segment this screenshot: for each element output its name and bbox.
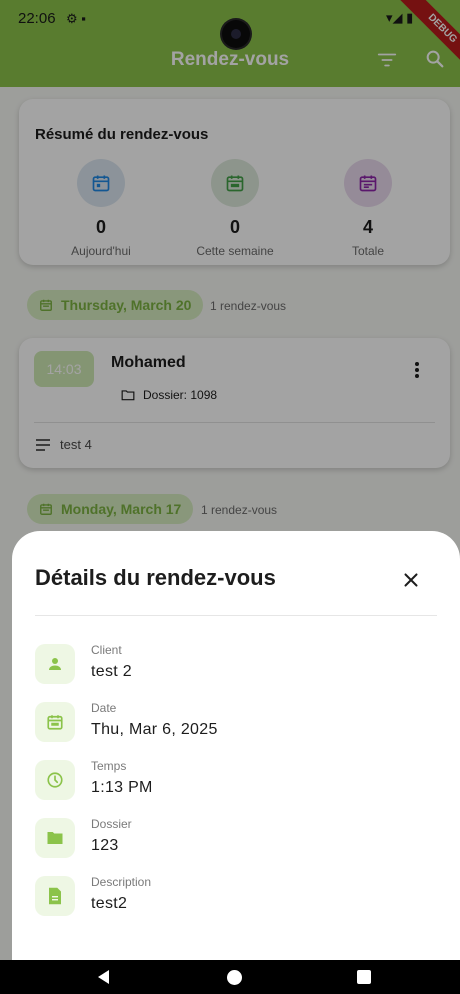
- detail-label: Date: [91, 701, 117, 715]
- detail-label: Description: [91, 875, 152, 889]
- detail-date: Date Thu, Mar 6, 2025: [35, 701, 437, 746]
- person-icon: [35, 644, 75, 684]
- document-icon: [35, 876, 75, 916]
- detail-value: test 2: [91, 663, 132, 680]
- system-nav-bar: [0, 960, 460, 994]
- detail-value: 123: [91, 837, 119, 854]
- device-frame: 22:06 ⚙ ▪ ▾◢ ▮ Rendez-vous DEBUG Résumé …: [0, 0, 460, 994]
- details-bottom-sheet: Détails du rendez-vous Client test 2 Dat…: [12, 531, 460, 961]
- detail-time: Temps 1:13 PM: [35, 759, 437, 804]
- folder-icon: [35, 818, 75, 858]
- close-icon[interactable]: [400, 569, 422, 591]
- detail-label: Dossier: [91, 817, 132, 831]
- clock-icon: [35, 760, 75, 800]
- detail-value: test2: [91, 895, 128, 912]
- detail-folder: Dossier 123: [35, 817, 437, 862]
- detail-value: Thu, Mar 6, 2025: [91, 721, 218, 738]
- back-icon[interactable]: [96, 969, 110, 985]
- sheet-title: Détails du rendez-vous: [35, 565, 276, 590]
- detail-client: Client test 2: [35, 643, 437, 688]
- detail-label: Client: [91, 643, 122, 657]
- home-icon[interactable]: [227, 970, 242, 985]
- calendar-icon: [35, 702, 75, 742]
- recent-apps-icon[interactable]: [357, 970, 371, 984]
- detail-value: 1:13 PM: [91, 779, 153, 796]
- app-screen: 22:06 ⚙ ▪ ▾◢ ▮ Rendez-vous DEBUG Résumé …: [0, 0, 460, 994]
- detail-description: Description test2: [35, 875, 437, 920]
- sheet-divider: [35, 615, 437, 616]
- detail-label: Temps: [91, 759, 127, 773]
